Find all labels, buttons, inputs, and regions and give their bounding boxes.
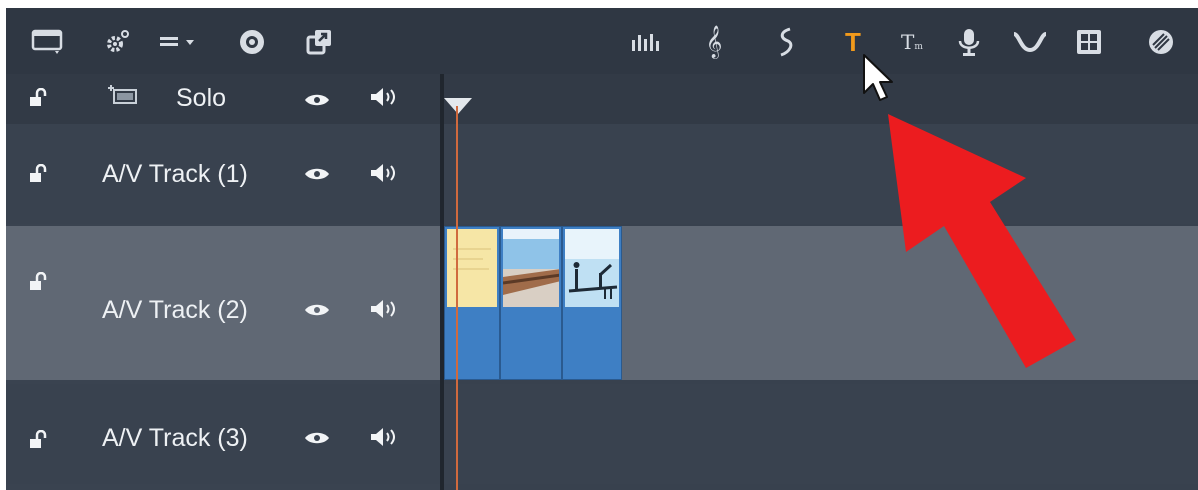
clip-thumbnail xyxy=(447,229,497,307)
clip-1[interactable] xyxy=(444,226,500,380)
timeline-toolbar: 𝄞 T Tm xyxy=(6,8,1198,74)
eye-icon[interactable] xyxy=(304,92,330,108)
speaker-icon[interactable] xyxy=(368,86,398,108)
lock-open-icon[interactable] xyxy=(28,272,48,292)
audio-mixer-icon[interactable] xyxy=(628,24,662,60)
solo-label: Solo xyxy=(176,84,227,112)
speaker-icon[interactable] xyxy=(368,162,398,184)
track-header-2: A/V Track (2) xyxy=(6,226,440,380)
speaker-icon[interactable] xyxy=(368,298,398,320)
theme-editor-icon[interactable]: Tm xyxy=(894,24,930,60)
track-name-2[interactable]: A/V Track (2) xyxy=(102,296,248,325)
lock-open-icon[interactable] xyxy=(28,430,48,450)
editor-window: 𝄞 T Tm Solo A/V Track (1) A/V Track (2) … xyxy=(6,8,1198,490)
red-arrow-annotation xyxy=(888,114,1076,368)
playhead-handle[interactable] xyxy=(442,96,474,116)
clip-2[interactable] xyxy=(500,226,562,380)
storyboard-view-icon[interactable] xyxy=(28,24,68,60)
clip-thumbnail xyxy=(565,229,619,307)
clip-thumbnail xyxy=(503,229,559,307)
track-name-3[interactable]: A/V Track (3) xyxy=(102,424,248,453)
eye-icon[interactable] xyxy=(304,302,330,318)
timeline-track-3[interactable] xyxy=(444,384,1198,484)
track-header-3: A/V Track (3) xyxy=(6,384,440,484)
solo-track-icon[interactable] xyxy=(104,84,140,106)
music-icon[interactable]: 𝄞 xyxy=(702,24,726,60)
voice-over-icon[interactable] xyxy=(954,24,984,60)
lock-open-icon[interactable] xyxy=(28,164,48,184)
clip-3[interactable] xyxy=(562,226,622,380)
playhead-line[interactable] xyxy=(456,106,458,490)
track-header-1: A/V Track (1) xyxy=(6,124,440,224)
export-icon[interactable] xyxy=(300,24,340,60)
lock-open-icon[interactable] xyxy=(28,88,48,108)
track-name-1[interactable]: A/V Track (1) xyxy=(102,160,248,189)
track-options-icon[interactable] xyxy=(156,24,206,60)
eye-icon[interactable] xyxy=(304,166,330,182)
disc-icon[interactable] xyxy=(234,24,270,60)
eye-icon[interactable] xyxy=(304,430,330,446)
soundtrack-icon[interactable] xyxy=(774,24,798,60)
grid-icon[interactable] xyxy=(1074,24,1104,60)
speaker-icon[interactable] xyxy=(368,426,398,448)
track-headers: Solo A/V Track (1) A/V Track (2) A/V Tra… xyxy=(6,74,440,490)
waveform-icon[interactable] xyxy=(1010,24,1050,60)
settings-icon[interactable] xyxy=(100,24,136,60)
solo-row: Solo xyxy=(6,74,440,124)
mouse-cursor-icon xyxy=(863,54,893,101)
effects-icon[interactable] xyxy=(1146,24,1176,60)
